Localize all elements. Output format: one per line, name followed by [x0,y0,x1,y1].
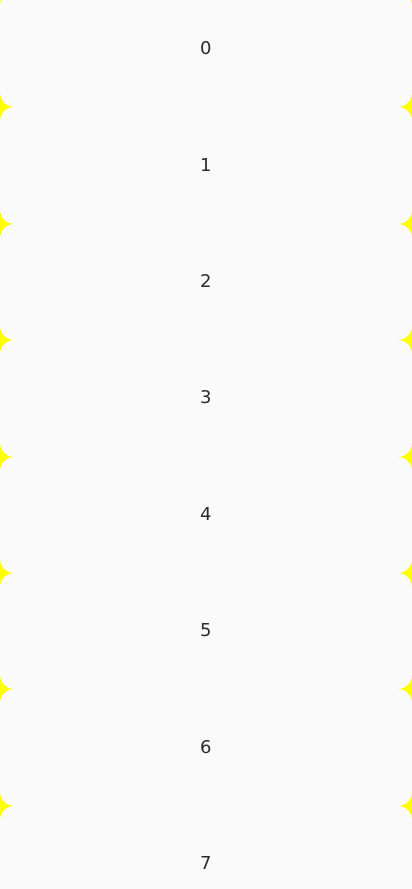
list-item-6[interactable]: 6 [0,689,412,806]
list-item-label: 7 [200,852,212,874]
list-item-4[interactable]: 4 [0,456,412,573]
list-item-label: 5 [200,620,212,642]
list-item-label: 0 [200,38,212,60]
list-item-label: 2 [200,270,212,292]
list-item-label: 1 [200,154,212,176]
list-item-3[interactable]: 3 [0,340,412,457]
list-item-0[interactable]: 0 [0,0,412,108]
list-item-2[interactable]: 2 [0,223,412,341]
screen: 0 1 2 3 4 5 6 7 [0,0,412,889]
list-item-1[interactable]: 1 [0,107,412,224]
list-item-label: 3 [200,387,212,409]
list-item-label: 6 [200,736,212,758]
item-list[interactable]: 0 1 2 3 4 5 6 7 [0,0,412,889]
list-item-7[interactable]: 7 [0,805,412,889]
list-item-5[interactable]: 5 [0,572,412,690]
list-item-label: 4 [200,503,212,525]
